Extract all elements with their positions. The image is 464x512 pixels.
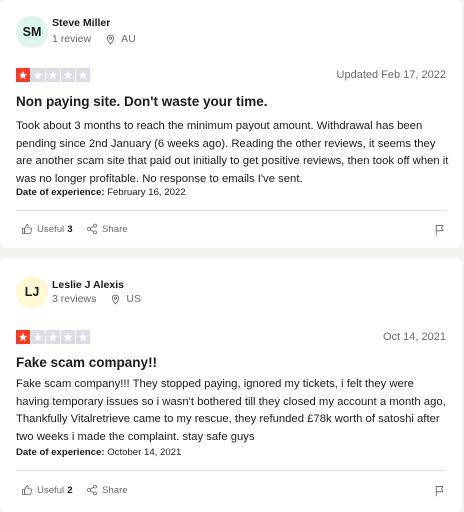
divider (16, 470, 446, 471)
star-icon (31, 68, 45, 82)
share-label: Share (102, 223, 128, 235)
share-icon (87, 484, 97, 496)
star-rating (16, 68, 90, 82)
reviewer-name[interactable]: Steve Miller (52, 17, 110, 29)
flag-icon[interactable] (434, 223, 446, 241)
experience-label: Date of experience: (16, 447, 108, 458)
useful-count: 3 (67, 223, 73, 235)
review-body: Took about 3 months to reach the minimum… (16, 120, 449, 185)
review-count: 3 reviews (52, 293, 97, 305)
review-card: LJ Leslie J Alexis 3 reviews US Oct 14, … (0, 258, 462, 512)
experience-value: February 16, 2022 (107, 187, 186, 198)
review-card: SM Steve Miller 1 review AU Updated Feb … (0, 0, 462, 248)
flag-icon[interactable] (434, 484, 446, 502)
experience-value: October 14, 2021 (107, 447, 182, 458)
avatar[interactable]: SM (16, 16, 48, 48)
star-icon (61, 68, 75, 82)
review-title[interactable]: Non paying site. Don't waste your time. (16, 94, 268, 109)
experience-date: Date of experience: October 14, 2021 (16, 447, 181, 458)
reviewer-meta: 1 review AU (52, 33, 136, 45)
useful-button[interactable]: Useful 3 (21, 223, 73, 235)
star-icon (31, 330, 45, 344)
useful-label: Useful (37, 223, 65, 235)
share-icon (87, 223, 97, 235)
experience-label: Date of experience: (16, 187, 108, 198)
star-rating (16, 330, 90, 344)
star-icon (76, 68, 90, 82)
useful-count: 2 (67, 484, 73, 496)
avatar[interactable]: LJ (16, 276, 48, 308)
review-body: Fake scam company!!! They stopped paying… (16, 378, 446, 443)
reviewer-meta: 3 reviews US (52, 293, 141, 305)
useful-label: Useful (37, 484, 65, 496)
star-icon (61, 330, 75, 344)
review-date: Oct 14, 2021 (383, 331, 446, 343)
review-title[interactable]: Fake scam company!! (16, 355, 157, 370)
divider (16, 210, 446, 211)
thumbs-up-icon (22, 485, 33, 495)
star-icon (76, 330, 90, 344)
location-pin-icon (110, 294, 121, 305)
thumbs-up-icon (22, 224, 33, 234)
reviewer-country: AU (121, 33, 136, 45)
star-icon (46, 330, 60, 344)
share-button[interactable]: Share (86, 484, 128, 496)
reviewer-name[interactable]: Leslie J Alexis (52, 279, 124, 291)
star-icon (46, 68, 60, 82)
location-pin-icon (105, 34, 116, 45)
useful-button[interactable]: Useful 2 (21, 484, 73, 496)
share-label: Share (102, 484, 128, 496)
share-button[interactable]: Share (86, 223, 128, 235)
star-icon (16, 330, 30, 344)
experience-date: Date of experience: February 16, 2022 (16, 187, 186, 198)
star-icon (16, 68, 30, 82)
review-date: Updated Feb 17, 2022 (336, 69, 446, 81)
reviewer-country: US (126, 293, 141, 305)
review-count: 1 review (52, 33, 92, 45)
